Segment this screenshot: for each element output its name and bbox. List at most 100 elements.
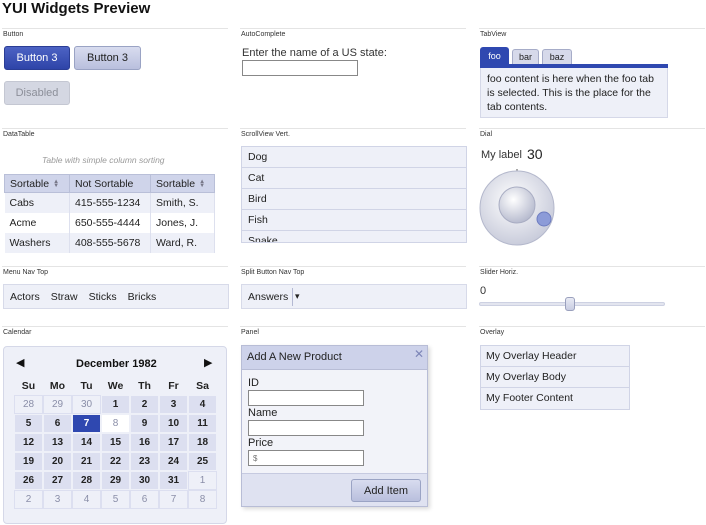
tab-bar[interactable]: bar [512,49,539,64]
weekday-header: We [107,380,124,392]
column-header-sortable[interactable]: Sortable ▲ ▼ [4,174,70,193]
calendar-day[interactable]: 2 [14,490,43,509]
calendar-day[interactable]: 19 [14,452,43,471]
calendar-day[interactable]: 8 [188,490,217,509]
calendar-day[interactable]: 31 [159,471,188,490]
weekday-header: Sa [196,380,209,392]
section-label: Dial [480,131,493,138]
calendar-day[interactable]: 18 [188,433,217,452]
calendar-day[interactable]: 29 [43,395,72,414]
calendar-day[interactable]: 1 [101,395,130,414]
prev-month-icon[interactable]: ◀ [16,356,24,369]
column-header-not-sortable: Not Sortable [69,174,151,193]
table-cell: 415-555-1234 [69,192,151,213]
calendar-day[interactable]: 14 [72,433,101,452]
column-header-label: Not Sortable [75,177,134,190]
slider-thumb[interactable] [565,297,576,311]
calendar-day[interactable]: 26 [14,471,43,490]
calendar-day[interactable]: 4 [72,490,101,509]
table-cell: Acme [4,212,70,233]
calendar-day[interactable]: 16 [130,433,159,452]
menu-item-sticks[interactable]: Sticks [89,291,117,303]
calendar-day[interactable]: 7 [72,414,101,433]
slider-section: Slider Horiz. 0 [479,266,705,324]
splitbutton-section: Split Button Nav Top Answers ▾ [240,266,467,324]
calendar-day[interactable]: 15 [101,433,130,452]
chevron-down-icon[interactable]: ▾ [295,291,300,302]
panel-footer: Add Item [242,473,427,506]
calendar-day[interactable]: 2 [130,395,159,414]
calendar-day[interactable]: 30 [130,471,159,490]
add-item-button[interactable]: Add Item [351,479,421,502]
price-label: Price [248,437,274,449]
calendar-day[interactable]: 5 [101,490,130,509]
autocomplete-section: AutoComplete Enter the name of a US stat… [240,28,466,126]
table-cell: 650-555-4444 [69,212,151,233]
calendar-day[interactable]: 22 [101,452,130,471]
next-month-icon[interactable]: ▶ [204,356,212,369]
calendar-day[interactable]: 8 [101,414,130,433]
calendar-day[interactable]: 29 [101,471,130,490]
tab-foo[interactable]: foo [480,47,509,64]
calendar-day[interactable]: 30 [72,395,101,414]
name-field[interactable] [248,420,364,436]
list-item[interactable]: Bird [242,189,466,210]
calendar-day[interactable]: 13 [43,433,72,452]
button-3-primary[interactable]: Button 3 [4,46,70,70]
calendar-day[interactable]: 1 [188,471,217,490]
calendar-day[interactable]: 7 [159,490,188,509]
split-button-label[interactable]: Answers [248,291,288,303]
id-field[interactable] [248,390,364,406]
calendar-day[interactable]: 27 [43,471,72,490]
autocomplete-label: Enter the name of a US state: [242,47,387,59]
calendar-day[interactable]: 5 [14,414,43,433]
calendar-day[interactable]: 20 [43,452,72,471]
calendar-day[interactable]: 3 [159,395,188,414]
panel-section: Panel Add A New Product ✕ ID Name Price … [240,326,466,524]
calendar-day[interactable]: 10 [159,414,188,433]
calendar-day[interactable]: 24 [159,452,188,471]
table-row: Cabs 415-555-1234 Smith, S. [4,192,215,213]
state-input[interactable] [242,60,358,76]
calendar-section: Calendar ◀ December 1982 ▶ Su Mo Tu We Th Fr S… [2,326,228,524]
tab-content: foo content is here when the foo tab is … [480,68,668,118]
list-item[interactable]: Snake [242,231,466,242]
calendar-day[interactable]: 9 [130,414,159,433]
menu-item-actors[interactable]: Actors [10,291,40,303]
scrollview[interactable]: Dog Cat Bird Fish Snake [241,146,467,243]
weekday-header: Tu [80,380,93,392]
calendar-day[interactable]: 23 [130,452,159,471]
dial-control[interactable] [479,169,559,249]
calendar-day[interactable]: 28 [72,471,101,490]
calendar-day[interactable]: 25 [188,452,217,471]
price-field[interactable] [248,450,364,466]
calendar-day[interactable]: 21 [72,452,101,471]
table-cell: Cabs [4,192,70,213]
column-header-sortable[interactable]: Sortable ▲ ▼ [150,174,215,193]
sort-icon: ▲ ▼ [199,178,206,189]
calendar: ◀ December 1982 ▶ Su Mo Tu We Th Fr Sa 28 29 30 1 2… [3,346,227,524]
calendar-day[interactable]: 28 [14,395,43,414]
calendar-day[interactable]: 12 [14,433,43,452]
calendar-grid: Su Mo Tu We Th Fr Sa 28 29 30 1 2 3 4 5 6 7 8 9 10 11 12 13 14 1… [14,377,217,509]
tabview-section: TabView foo bar baz foo content is here … [479,28,705,126]
list-item[interactable]: Fish [242,210,466,231]
calendar-day[interactable]: 6 [130,490,159,509]
calendar-day[interactable]: 3 [43,490,72,509]
list-item[interactable]: Dog [242,147,466,168]
button-3[interactable]: Button 3 [74,46,141,70]
calendar-day[interactable]: 6 [43,414,72,433]
calendar-day[interactable]: 17 [159,433,188,452]
id-label: ID [248,377,259,389]
menu-item-straw[interactable]: Straw [51,291,78,303]
calendar-day[interactable]: 11 [188,414,217,433]
section-label: ScrollView Vert. [241,131,290,138]
calendar-day[interactable]: 4 [188,395,217,414]
list-item[interactable]: Cat [242,168,466,189]
close-icon[interactable]: ✕ [414,347,424,361]
disabled-button: Disabled [4,81,70,105]
weekday-header: Fr [168,380,179,392]
tab-baz[interactable]: baz [542,49,572,64]
menu-item-bricks[interactable]: Bricks [128,291,157,303]
overlay-footer: My Footer Content [481,388,629,409]
